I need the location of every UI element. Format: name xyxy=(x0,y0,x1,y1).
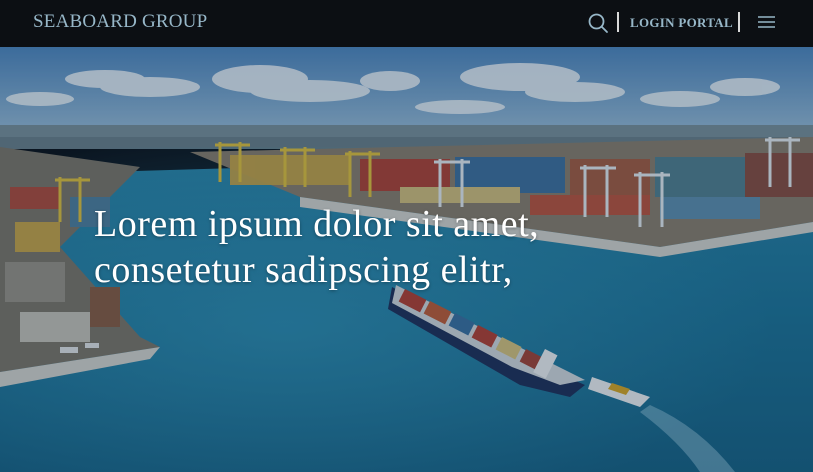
hero-headline-line-2: consetetur sadipscing elitr, xyxy=(94,249,513,291)
search-icon xyxy=(588,13,608,33)
top-navigation-bar: SEABOARD GROUP LOGIN PORTAL xyxy=(0,0,813,47)
nav-separator xyxy=(738,12,740,32)
hero-headline: Lorem ipsum dolor sit amet, consetetur s… xyxy=(94,201,734,293)
hamburger-menu-icon xyxy=(758,16,775,28)
hero-banner: Lorem ipsum dolor sit amet, consetetur s… xyxy=(0,47,813,472)
brand-logo-text[interactable]: SEABOARD GROUP xyxy=(33,11,207,33)
nav-separator xyxy=(617,12,619,32)
menu-button[interactable] xyxy=(757,14,776,30)
search-button[interactable] xyxy=(587,12,609,34)
hero-headline-line-1: Lorem ipsum dolor sit amet, xyxy=(94,203,540,245)
login-portal-link[interactable]: LOGIN PORTAL xyxy=(630,15,733,31)
